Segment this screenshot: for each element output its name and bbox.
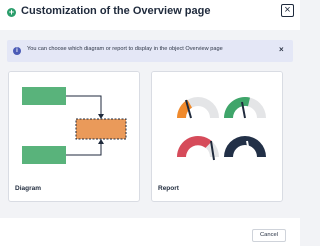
diagram-box-selected — [75, 118, 127, 140]
diagram-option-card[interactable]: Diagram — [8, 71, 140, 202]
diagram-label: Diagram — [15, 185, 42, 192]
cancel-button[interactable]: Cancel — [252, 229, 286, 242]
close-icon: × — [284, 4, 291, 16]
dialog-title: Customization of the Overview page — [21, 5, 211, 17]
diagram-box-top — [22, 87, 66, 105]
report-label: Report — [158, 185, 179, 192]
report-option-card[interactable]: Report — [151, 71, 283, 202]
dialog-close-button[interactable]: × — [281, 4, 294, 17]
plus-circle-icon: + — [7, 7, 16, 17]
info-icon: i — [13, 47, 21, 55]
diagram-illustration — [9, 72, 139, 176]
info-close-button[interactable]: × — [279, 45, 284, 55]
close-icon: × — [279, 45, 284, 54]
info-banner: i You can choose which diagram or report… — [7, 40, 293, 62]
dialog-header: + Customization of the Overview page × — [0, 0, 300, 30]
diagram-box-bottom — [22, 146, 66, 164]
report-illustration — [152, 72, 282, 176]
info-text: You can choose which diagram or report t… — [27, 46, 223, 52]
